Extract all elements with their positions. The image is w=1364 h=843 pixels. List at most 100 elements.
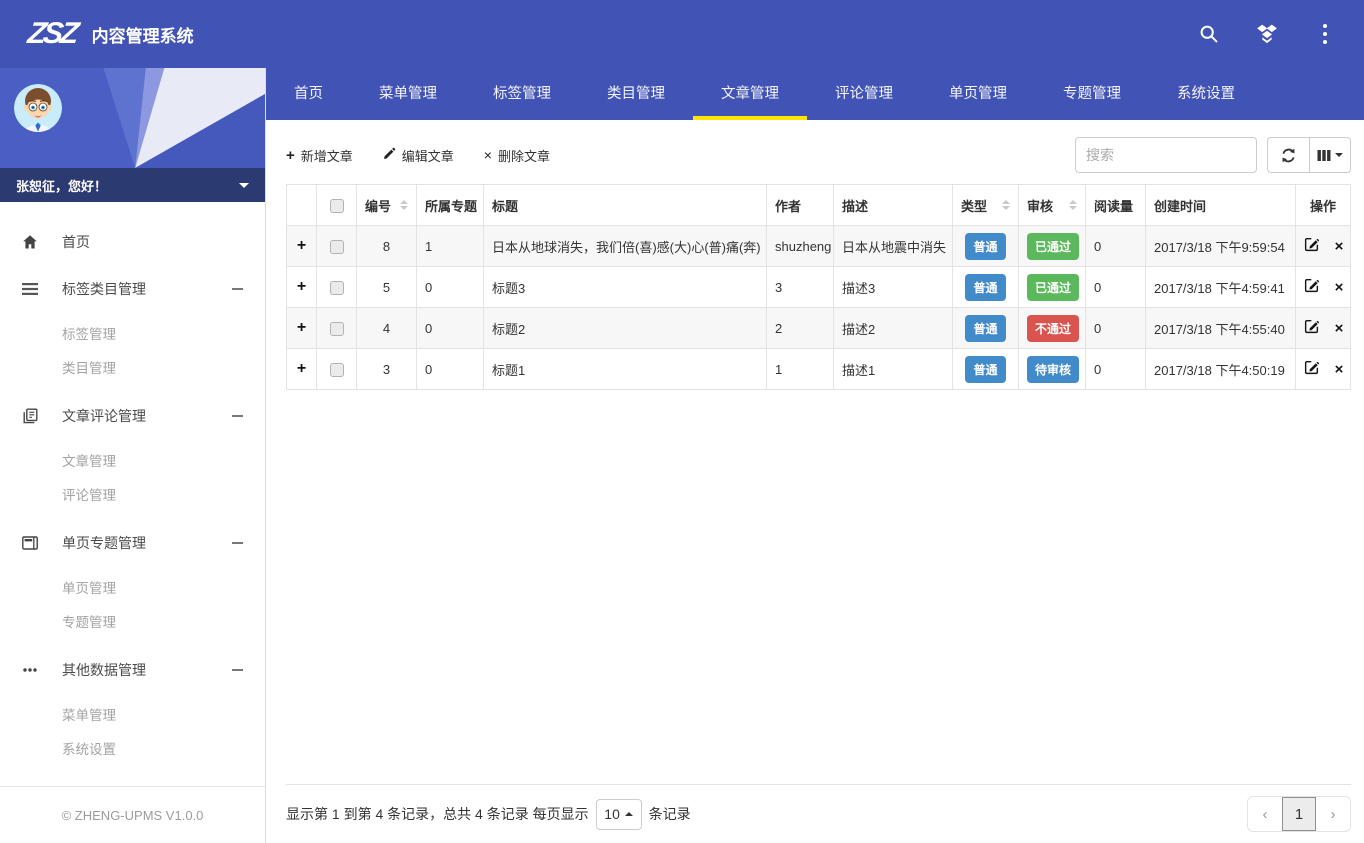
col-id[interactable]: 编号 bbox=[357, 185, 417, 226]
sidebar-item-tag-manage[interactable]: 标签管理 bbox=[0, 316, 265, 350]
user-menu[interactable]: 张恕征，您好！ bbox=[0, 168, 265, 202]
cell-title: 标题1 bbox=[484, 349, 767, 390]
expand-row-icon[interactable]: + bbox=[297, 360, 306, 377]
sidebar-footer: © ZHENG-UPMS V1.0.0 bbox=[0, 786, 265, 843]
sort-icon bbox=[400, 200, 408, 210]
tab-article-manage[interactable]: 文章管理 bbox=[693, 68, 807, 120]
tab-comment-manage[interactable]: 评论管理 bbox=[807, 68, 921, 120]
audit-badge: 待审核 bbox=[1027, 356, 1079, 383]
tab-category-manage[interactable]: 类目管理 bbox=[579, 68, 693, 120]
tab-menu-manage[interactable]: 菜单管理 bbox=[351, 68, 465, 120]
sidebar-item-home[interactable]: 首页 bbox=[0, 218, 265, 265]
sidebar-item-tag-category[interactable]: 标签类目管理 bbox=[0, 265, 265, 312]
sidebar-item-label: 首页 bbox=[62, 232, 90, 252]
table-header-row: 编号 所属专题 标题 作者 描述 类型 审核 阅读量 创建时间 操作 bbox=[287, 185, 1351, 226]
delete-row-button[interactable]: × bbox=[1335, 361, 1344, 378]
pager: ‹ 1 › bbox=[1247, 796, 1351, 832]
tab-system-settings[interactable]: 系统设置 bbox=[1149, 68, 1263, 120]
tab-page-manage[interactable]: 单页管理 bbox=[921, 68, 1035, 120]
edit-row-button[interactable] bbox=[1304, 319, 1319, 337]
select-all-checkbox[interactable] bbox=[330, 199, 344, 213]
col-actions: 操作 bbox=[1296, 185, 1351, 226]
sidebar-item-category-manage[interactable]: 类目管理 bbox=[0, 350, 265, 384]
col-type[interactable]: 类型 bbox=[953, 185, 1019, 226]
chevron-down-icon bbox=[1335, 153, 1343, 157]
cell-id: 4 bbox=[357, 308, 417, 349]
expand-row-icon[interactable]: + bbox=[297, 319, 306, 336]
cell-author: 3 bbox=[767, 267, 834, 308]
expand-row-icon[interactable]: + bbox=[297, 278, 306, 295]
row-checkbox[interactable] bbox=[330, 240, 344, 254]
type-badge: 普通 bbox=[965, 274, 1005, 301]
audit-badge: 已通过 bbox=[1027, 274, 1079, 301]
type-badge: 普通 bbox=[965, 356, 1005, 383]
delete-row-button[interactable]: × bbox=[1335, 279, 1344, 296]
cell-reads: 0 bbox=[1086, 267, 1146, 308]
refresh-button[interactable] bbox=[1267, 137, 1309, 173]
search-icon[interactable] bbox=[1198, 23, 1220, 45]
col-audit[interactable]: 审核 bbox=[1019, 185, 1086, 226]
edit-article-button[interactable]: 编辑文章 bbox=[383, 146, 454, 165]
dropbox-icon[interactable] bbox=[1256, 23, 1278, 45]
prev-page-button[interactable]: ‹ bbox=[1248, 797, 1282, 831]
sidebar-item-comment-manage[interactable]: 评论管理 bbox=[0, 477, 265, 511]
book-icon bbox=[22, 408, 42, 424]
tab-tag-manage[interactable]: 标签管理 bbox=[465, 68, 579, 120]
sidebar-item-system-settings[interactable]: 系统设置 bbox=[0, 731, 265, 765]
collapse-minus-icon[interactable] bbox=[232, 288, 243, 290]
ellipsis-icon bbox=[22, 667, 42, 673]
chevron-down-icon bbox=[239, 183, 249, 188]
app-logo: ZSZ bbox=[26, 19, 78, 49]
delete-row-button[interactable]: × bbox=[1335, 238, 1344, 255]
close-icon: × bbox=[484, 147, 492, 163]
row-checkbox[interactable] bbox=[330, 363, 344, 377]
col-author: 作者 bbox=[767, 185, 834, 226]
records-summary: 显示第 1 到第 4 条记录，总共 4 条记录 每页显示 bbox=[286, 804, 589, 824]
search-input[interactable] bbox=[1075, 137, 1257, 173]
next-page-button[interactable]: › bbox=[1316, 797, 1350, 831]
kebab-menu-icon[interactable] bbox=[1314, 23, 1336, 45]
sidebar: 张恕征，您好！ 首页 标签类目管理 标签管理 类目管理 bbox=[0, 68, 266, 843]
sidebar-item-label: 标签类目管理 bbox=[62, 279, 146, 299]
audit-badge: 已通过 bbox=[1027, 233, 1079, 260]
row-checkbox[interactable] bbox=[330, 322, 344, 336]
tab-topic-manage[interactable]: 专题管理 bbox=[1035, 68, 1149, 120]
add-article-button[interactable]: + 新增文章 bbox=[286, 146, 353, 165]
sidebar-item-article-comment[interactable]: 文章评论管理 bbox=[0, 392, 265, 439]
table-row: + 4 0 标题2 2 描述2 普通 不通过 0 2017/3/18 下午4:5… bbox=[287, 308, 1351, 349]
columns-button[interactable] bbox=[1309, 137, 1351, 173]
delete-article-button[interactable]: × 删除文章 bbox=[484, 146, 550, 165]
sidebar-item-topic-manage[interactable]: 专题管理 bbox=[0, 604, 265, 638]
col-created: 创建时间 bbox=[1146, 185, 1296, 226]
collapse-minus-icon[interactable] bbox=[232, 415, 243, 417]
cell-reads: 0 bbox=[1086, 226, 1146, 267]
collapse-minus-icon[interactable] bbox=[232, 542, 243, 544]
cell-topic: 1 bbox=[417, 226, 484, 267]
edit-row-button[interactable] bbox=[1304, 237, 1319, 255]
page-1-button[interactable]: 1 bbox=[1282, 797, 1316, 831]
tab-home[interactable]: 首页 bbox=[266, 68, 351, 120]
avatar[interactable] bbox=[14, 84, 62, 132]
select-all-checkbox-cell bbox=[317, 185, 357, 226]
delete-row-button[interactable]: × bbox=[1335, 320, 1344, 337]
sidebar-item-article-manage[interactable]: 文章管理 bbox=[0, 443, 265, 477]
sort-icon bbox=[1069, 200, 1077, 210]
page-size-dropdown[interactable]: 10 bbox=[596, 799, 642, 830]
collapse-minus-icon[interactable] bbox=[232, 669, 243, 671]
edit-row-button[interactable] bbox=[1304, 360, 1319, 378]
row-checkbox[interactable] bbox=[330, 281, 344, 295]
sidebar-item-page-topic[interactable]: 单页专题管理 bbox=[0, 519, 265, 566]
article-table: 编号 所属专题 标题 作者 描述 类型 审核 阅读量 创建时间 操作 bbox=[286, 184, 1351, 390]
cell-id: 3 bbox=[357, 349, 417, 390]
edit-row-button[interactable] bbox=[1304, 278, 1319, 296]
table-toolbar: + 新增文章 编辑文章 × 删除文章 bbox=[286, 136, 1351, 174]
expand-row-icon[interactable]: + bbox=[297, 237, 306, 254]
sidebar-item-menu-manage[interactable]: 菜单管理 bbox=[0, 697, 265, 731]
cell-created: 2017/3/18 下午4:55:40 bbox=[1146, 308, 1296, 349]
cell-desc: 描述2 bbox=[834, 308, 953, 349]
user-greeting: 张恕征，您好！ bbox=[16, 176, 107, 195]
cell-reads: 0 bbox=[1086, 349, 1146, 390]
sidebar-item-other-data[interactable]: 其他数据管理 bbox=[0, 646, 265, 693]
audit-badge: 不通过 bbox=[1027, 315, 1079, 342]
sidebar-item-page-manage[interactable]: 单页管理 bbox=[0, 570, 265, 604]
